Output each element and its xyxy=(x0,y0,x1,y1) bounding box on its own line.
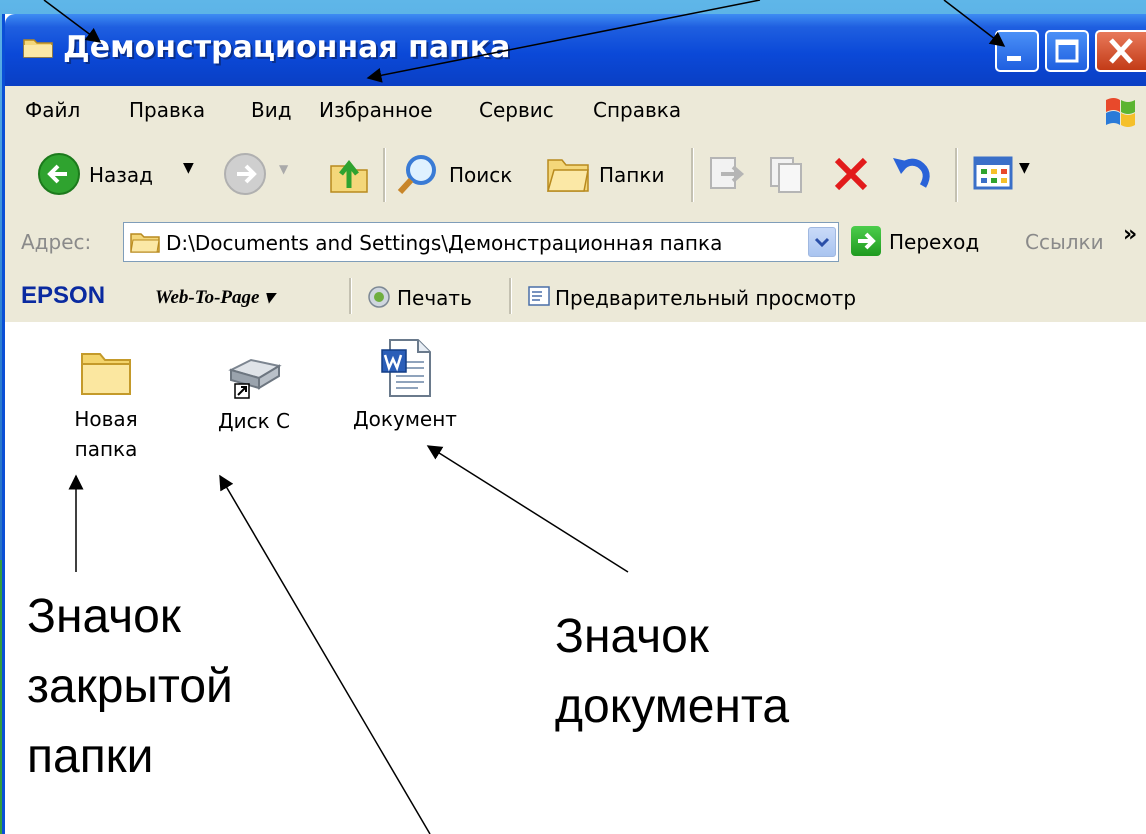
item-drive-c[interactable]: Диск С xyxy=(199,344,309,436)
links-button[interactable]: Ссылки xyxy=(1025,230,1104,254)
preview-icon[interactable] xyxy=(527,284,551,308)
explorer-window: Демонстрационная папка Файл Правка Вид И… xyxy=(2,14,1146,834)
address-bar: Адрес: D:\Documents and Settings\Демонст… xyxy=(5,212,1146,273)
forward-button[interactable]: ▼ xyxy=(223,152,303,198)
back-arrow-icon xyxy=(38,153,80,195)
drive-icon xyxy=(228,358,282,399)
minimize-icon xyxy=(1007,56,1021,61)
toolbar-overflow-chevron[interactable]: » xyxy=(1123,222,1137,247)
chevron-down-icon[interactable]: ▼ xyxy=(183,160,194,176)
item-document[interactable]: Документ xyxy=(345,336,465,434)
toolbar-separator xyxy=(509,278,512,314)
print-button[interactable]: Печать xyxy=(397,286,472,310)
item-label: Документ xyxy=(353,407,457,431)
toolbar-separator xyxy=(955,148,958,202)
folders-button[interactable]: Папки xyxy=(545,152,685,198)
close-icon xyxy=(1109,38,1133,64)
search-button[interactable]: Поиск xyxy=(395,152,535,198)
folder-content: Новая папка Диск С Документ Значок закры… xyxy=(5,322,1146,834)
toolbar-separator xyxy=(349,278,352,314)
minimize-button[interactable] xyxy=(995,30,1039,72)
back-label: Назад xyxy=(89,163,154,187)
folder-icon xyxy=(23,39,53,58)
menu-file[interactable]: Файл xyxy=(25,98,80,122)
standard-toolbar: Назад ▼ ▼ Поиск Папки ▼ xyxy=(5,138,1146,213)
forward-arrow-icon xyxy=(224,153,266,195)
menu-favorites[interactable]: Избранное xyxy=(319,98,433,122)
item-label: Новая xyxy=(74,407,138,431)
callout-line: Значок xyxy=(27,590,181,643)
maximize-icon xyxy=(1055,39,1079,63)
item-new-folder[interactable]: Новая папка xyxy=(51,344,161,464)
folder-icon xyxy=(81,353,131,395)
title-bar[interactable]: Демонстрационная папка xyxy=(5,14,1146,86)
item-label: папка xyxy=(74,437,138,461)
views-icon xyxy=(973,156,1013,190)
callout-closed-folder: Значок закрытой папки xyxy=(27,582,233,792)
maximize-button[interactable] xyxy=(1045,30,1089,72)
web-to-page-menu[interactable]: Web-To-Page ▾ xyxy=(155,286,274,309)
menu-bar: Файл Правка Вид Избранное Сервис Справка xyxy=(5,86,1146,139)
windows-logo-icon xyxy=(1106,98,1135,127)
copy-to-icon[interactable] xyxy=(765,152,809,196)
word-document-icon xyxy=(381,339,431,397)
undo-icon[interactable] xyxy=(889,152,935,196)
search-icon xyxy=(397,155,436,195)
toolbar-separator xyxy=(383,148,386,202)
callout-line: закрытой xyxy=(27,660,233,713)
menu-tools[interactable]: Сервис xyxy=(479,98,554,122)
address-field[interactable]: D:\Documents and Settings\Демонстрационн… xyxy=(123,222,839,262)
up-folder-icon[interactable] xyxy=(327,152,371,196)
callout-line: Значок xyxy=(555,610,709,663)
folder-icon xyxy=(130,233,160,253)
toolbar-separator xyxy=(691,148,694,202)
menu-view[interactable]: Вид xyxy=(251,98,292,122)
callout-document: Значок документа xyxy=(555,602,789,742)
preview-button[interactable]: Предварительный просмотр xyxy=(555,286,856,310)
folders-label: Папки xyxy=(599,163,665,187)
print-icon[interactable] xyxy=(367,285,391,309)
address-label: Адрес: xyxy=(21,230,92,254)
go-button[interactable]: Переход xyxy=(889,230,979,254)
callout-line: документа xyxy=(555,680,790,733)
close-button[interactable] xyxy=(1095,30,1146,72)
chevron-down-icon xyxy=(814,237,830,248)
menu-help[interactable]: Справка xyxy=(593,98,681,122)
arrow-right-icon xyxy=(858,232,876,250)
epson-logo: EPSON xyxy=(21,282,106,309)
address-value: D:\Documents and Settings\Демонстрационн… xyxy=(166,231,723,255)
go-arrow-icon[interactable] xyxy=(851,226,881,256)
folders-icon xyxy=(547,159,589,192)
chevron-down-icon[interactable]: ▼ xyxy=(279,162,288,176)
back-button[interactable]: Назад ▼ xyxy=(37,152,201,198)
menu-edit[interactable]: Правка xyxy=(129,98,205,122)
item-label: Диск С xyxy=(217,409,291,433)
chevron-down-icon: ▼ xyxy=(1019,160,1030,176)
epson-toolbar: EPSON Web-To-Page ▾ Печать Предварительн… xyxy=(5,272,1146,323)
move-to-icon[interactable] xyxy=(705,152,749,196)
search-label: Поиск xyxy=(449,163,513,187)
delete-icon[interactable] xyxy=(829,152,873,196)
window-title: Демонстрационная папка xyxy=(63,30,511,65)
views-button[interactable]: ▼ xyxy=(971,152,1043,198)
callout-line: папки xyxy=(27,730,154,783)
address-dropdown-button[interactable] xyxy=(808,227,836,257)
